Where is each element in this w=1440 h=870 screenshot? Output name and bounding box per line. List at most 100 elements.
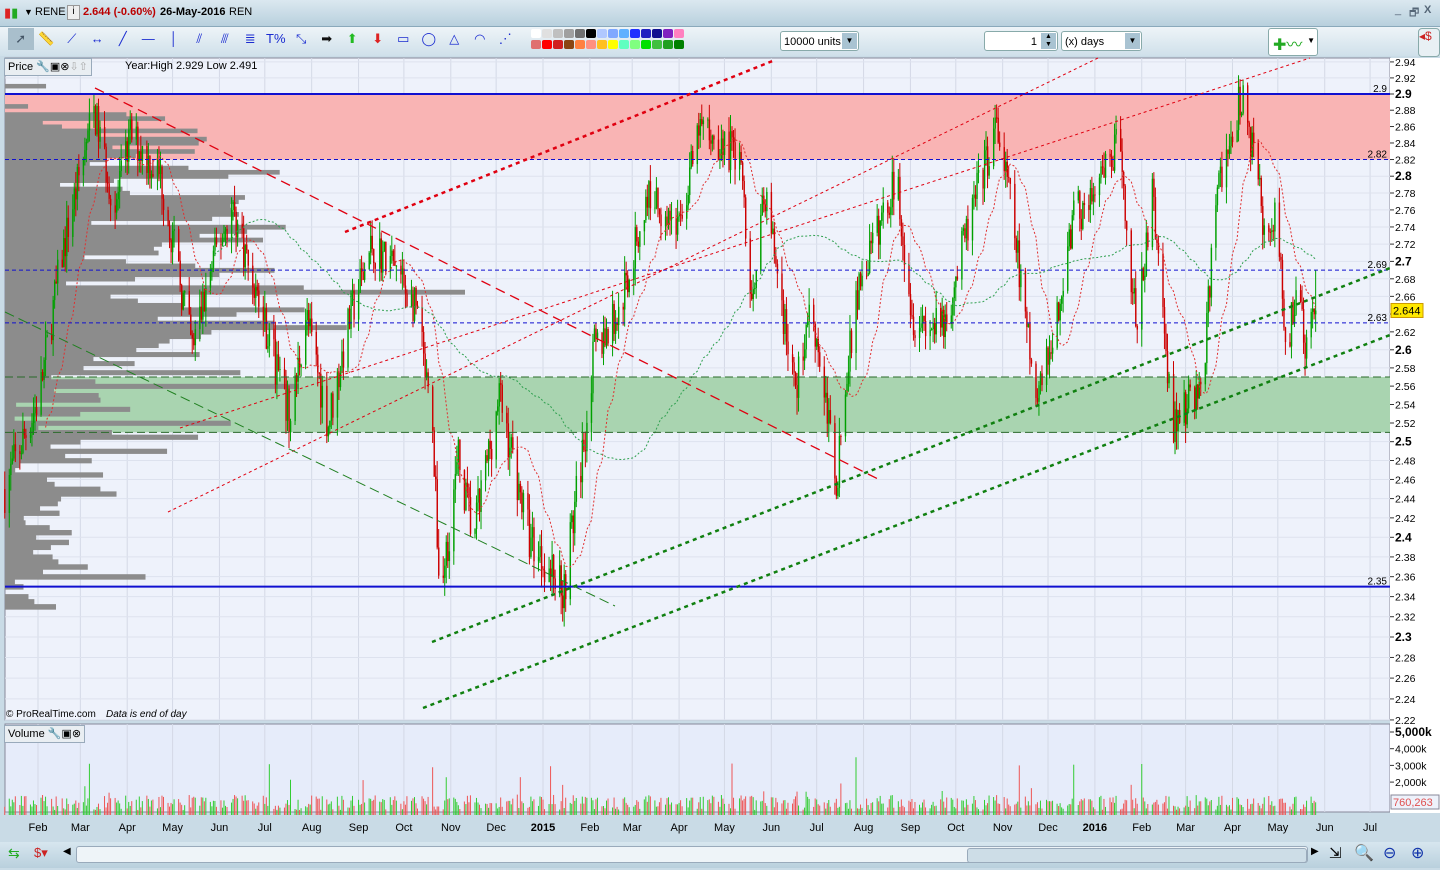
candle-body bbox=[454, 473, 457, 490]
candle-body bbox=[277, 354, 280, 371]
volume-profile-bar bbox=[5, 132, 98, 138]
candle-body bbox=[347, 308, 349, 368]
x-tick-label: Nov bbox=[993, 822, 1013, 834]
y-tick-label: 2.28 bbox=[1395, 652, 1416, 664]
candle-body bbox=[814, 323, 816, 347]
close-panel-icon[interactable]: ⊗ bbox=[72, 728, 81, 740]
candle-body bbox=[956, 276, 959, 280]
candle-body bbox=[99, 127, 101, 142]
candle-body bbox=[330, 393, 333, 421]
candle-body bbox=[1029, 323, 1031, 360]
chart-icon[interactable]: ⇆ bbox=[8, 845, 20, 862]
candle-body bbox=[265, 308, 268, 349]
candle-body bbox=[717, 139, 720, 161]
wrench-icon[interactable]: 🔧 bbox=[36, 61, 50, 73]
candle-body bbox=[156, 159, 159, 177]
candle-body bbox=[920, 323, 922, 328]
candle-body bbox=[10, 463, 12, 476]
candle-body bbox=[1009, 177, 1012, 184]
candle-body bbox=[205, 287, 207, 312]
candle-body bbox=[537, 557, 540, 562]
x-tick-label: Oct bbox=[395, 822, 412, 834]
candle-body bbox=[88, 113, 91, 131]
candle-body bbox=[1295, 290, 1297, 315]
candle-body bbox=[1045, 347, 1048, 386]
horizontal-scrollbar[interactable] bbox=[76, 846, 1308, 863]
candle-body bbox=[1259, 178, 1261, 180]
candle-body bbox=[835, 478, 838, 496]
candle-body bbox=[1272, 230, 1275, 232]
candle-body bbox=[698, 125, 700, 136]
move-up-icon[interactable]: ⇧ bbox=[79, 61, 88, 73]
zoom-in-icon[interactable]: ⊕ bbox=[1411, 843, 1424, 863]
scale-icon[interactable]: ⇲ bbox=[1329, 844, 1342, 862]
candle-body bbox=[1168, 374, 1170, 384]
candle-body bbox=[152, 174, 154, 177]
candle-body bbox=[200, 306, 203, 320]
candle-body bbox=[666, 216, 668, 225]
candle-body bbox=[286, 388, 289, 421]
candle-body bbox=[595, 328, 597, 339]
wrench-icon[interactable]: 🔧 bbox=[48, 728, 62, 740]
candle-body bbox=[424, 353, 426, 377]
scrollbar-thumb[interactable] bbox=[967, 848, 1307, 863]
x-tick-label: Dec bbox=[1038, 822, 1058, 834]
level-label: 2.82 bbox=[1368, 150, 1388, 161]
x-tick-label: Feb bbox=[580, 822, 599, 834]
candle-body bbox=[1151, 178, 1154, 248]
volume-profile-bar bbox=[5, 241, 162, 247]
scroll-right-button[interactable]: ▶ bbox=[1311, 846, 1319, 857]
candle-body bbox=[382, 251, 384, 273]
candle-body bbox=[667, 210, 670, 225]
volume-profile-bar bbox=[5, 383, 299, 389]
candle-body bbox=[309, 318, 311, 327]
candle-body bbox=[1197, 384, 1199, 399]
candle-body bbox=[850, 330, 853, 353]
volume-profile-bar bbox=[5, 379, 96, 385]
candle-body bbox=[321, 385, 324, 408]
zoom-fit-icon[interactable]: 🔍 bbox=[1354, 843, 1374, 863]
move-down-icon[interactable]: ⇩ bbox=[69, 61, 78, 73]
window-icon[interactable]: ▣ bbox=[50, 61, 60, 73]
y-tick-label: 2.56 bbox=[1395, 381, 1416, 393]
candle-body bbox=[1141, 268, 1143, 330]
candle-body bbox=[82, 159, 85, 176]
credit: © ProRealTime.com bbox=[6, 709, 96, 720]
candle-body bbox=[14, 444, 17, 452]
scroll-left-button[interactable]: ◀ bbox=[63, 846, 71, 857]
candle-body bbox=[952, 298, 954, 316]
price-chart[interactable]: Feb Mar Apr May Jun Jul Aug Sep Oct Nov Dec 2015 Feb… bbox=[0, 0, 1440, 870]
candle-body bbox=[181, 285, 183, 310]
volume-profile-bar bbox=[5, 136, 207, 142]
level-label: 2.9 bbox=[1373, 84, 1387, 95]
candle-body bbox=[76, 167, 79, 200]
candle-body bbox=[173, 229, 175, 232]
zoom-out-icon[interactable]: ⊖ bbox=[1383, 843, 1396, 863]
currency-icon[interactable]: $▾ bbox=[34, 845, 48, 861]
volume-profile-bar bbox=[5, 195, 245, 200]
y-tick-label: 2.76 bbox=[1395, 205, 1416, 217]
candle-body bbox=[327, 427, 330, 437]
volume-profile-bar bbox=[5, 564, 88, 570]
volume-profile-bar bbox=[5, 149, 195, 154]
candle-body bbox=[660, 214, 662, 227]
y-tick-label: 2.42 bbox=[1395, 513, 1416, 525]
volume-profile-bar bbox=[5, 397, 101, 403]
candle-body bbox=[11, 458, 14, 464]
candle-body bbox=[253, 287, 256, 298]
candle-body bbox=[996, 117, 998, 119]
candle-body bbox=[696, 125, 699, 165]
candle-body bbox=[193, 338, 195, 346]
window-icon[interactable]: ▣ bbox=[61, 728, 71, 740]
volume-profile-bar bbox=[5, 329, 212, 335]
x-tick-label: Sep bbox=[901, 822, 921, 834]
candle-body bbox=[491, 448, 493, 460]
level-label: 2.35 bbox=[1368, 577, 1388, 588]
candle-body bbox=[498, 383, 500, 407]
candle-body bbox=[474, 528, 476, 534]
candle-body bbox=[126, 141, 129, 162]
candle-body bbox=[243, 228, 245, 268]
volume-profile-bar bbox=[5, 343, 159, 349]
candle-body bbox=[320, 373, 322, 408]
candle-body bbox=[406, 293, 408, 307]
